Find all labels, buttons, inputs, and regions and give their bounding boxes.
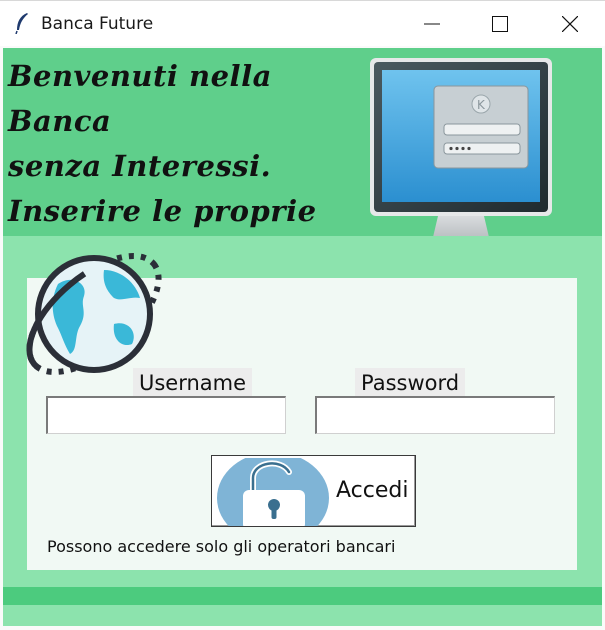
feather-icon xyxy=(15,13,28,34)
window-content: Benvenuti nella Banca senza Interessi. I… xyxy=(0,46,605,630)
window-title: Banca Future xyxy=(41,14,154,34)
login-button[interactable]: Accedi xyxy=(211,455,416,527)
access-info-text: Possono accedere solo gli operatori banc… xyxy=(47,537,396,556)
login-button-label: Accedi xyxy=(336,478,409,503)
maximize-icon xyxy=(492,16,508,32)
footer-band xyxy=(3,587,602,605)
globe-icon xyxy=(26,253,162,375)
username-input[interactable] xyxy=(46,396,286,434)
close-button[interactable] xyxy=(540,1,600,47)
close-icon xyxy=(562,16,578,32)
padlock-icon xyxy=(217,458,329,526)
minimize-button[interactable] xyxy=(402,1,462,47)
footer-band-lower xyxy=(3,605,602,626)
username-label: Username xyxy=(133,368,253,398)
title-bar: Banca Future xyxy=(0,0,605,46)
password-input[interactable] xyxy=(315,396,555,434)
minimize-icon xyxy=(424,23,440,25)
maximize-button[interactable] xyxy=(470,1,530,47)
password-label: Password xyxy=(355,368,466,398)
svg-text:K: K xyxy=(477,98,486,112)
